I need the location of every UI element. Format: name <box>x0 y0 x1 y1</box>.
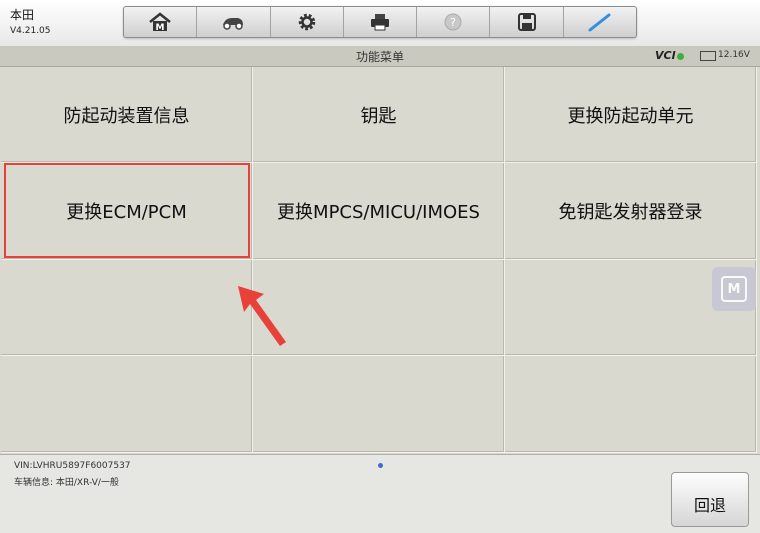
home-icon: M <box>149 12 171 32</box>
vehicle-switch-icon <box>223 18 244 30</box>
settings-gear-icon <box>298 13 315 31</box>
svg-text:?: ? <box>450 16 456 29</box>
battery-icon <box>700 51 716 61</box>
pointer-arrow-icon <box>238 286 286 346</box>
save-button[interactable] <box>490 7 564 37</box>
menu-item-empty <box>253 356 505 453</box>
vehicle-info-text: 车辆信息: 本田/XR-V/一般 <box>14 478 119 488</box>
menu-item-keyless-transmitter-registration[interactable]: 免钥匙发射器登录 <box>505 163 757 260</box>
help-button[interactable]: ? <box>417 7 491 37</box>
menu-item-immobilizer-info[interactable]: 防起动装置信息 <box>1 67 253 163</box>
bottom-bar: VIN:LVHRU5897F6007537 车辆信息: 本田/XR-V/一般 回… <box>0 454 760 533</box>
svg-text:M: M <box>156 23 165 32</box>
vin-text: VIN:LVHRU5897F6007537 <box>14 461 131 471</box>
function-menu-grid: 防起动装置信息 钥匙 更换防起动单元 更换ECM/PCM 更换MPCS/MICU… <box>1 67 757 453</box>
vehicle-make: 本田 <box>10 8 35 22</box>
floating-m-icon: M <box>721 276 747 302</box>
printer-icon <box>370 14 389 31</box>
help-icon: ? <box>444 13 462 31</box>
vci-label: VCI <box>655 49 676 62</box>
page-title: 功能菜单 <box>355 50 404 64</box>
software-version: V4.21.05 <box>10 26 51 36</box>
settings-button[interactable] <box>271 7 344 37</box>
vehicle-switch-button[interactable] <box>197 7 271 37</box>
menu-item-empty <box>1 356 253 453</box>
battery-voltage: 12.16V <box>718 50 750 60</box>
toolbar: M ? <box>123 6 637 38</box>
pen-icon <box>588 13 611 32</box>
print-button[interactable] <box>344 7 418 37</box>
menu-item-empty <box>505 356 757 453</box>
annotate-button[interactable] <box>564 7 636 37</box>
back-button[interactable]: 回退 <box>671 472 749 527</box>
menu-item-empty <box>1 260 253 356</box>
vci-status-icon <box>677 53 684 60</box>
home-button[interactable]: M <box>124 7 198 37</box>
menu-item-replace-mpcs-micu-imoes[interactable]: 更换MPCS/MICU/IMOES <box>253 163 505 260</box>
menu-item-replace-immobilizer-unit[interactable]: 更换防起动单元 <box>505 67 757 163</box>
highlight-box <box>4 163 250 258</box>
top-bar: 本田 V4.21.05 M ? <box>0 0 760 47</box>
floating-menu-button[interactable]: M <box>712 267 756 311</box>
page-indicator-dot <box>378 463 383 468</box>
menu-item-key[interactable]: 钥匙 <box>253 67 505 163</box>
save-icon <box>517 13 536 31</box>
title-bar: 功能菜单 VCI 12.16V <box>0 46 760 67</box>
